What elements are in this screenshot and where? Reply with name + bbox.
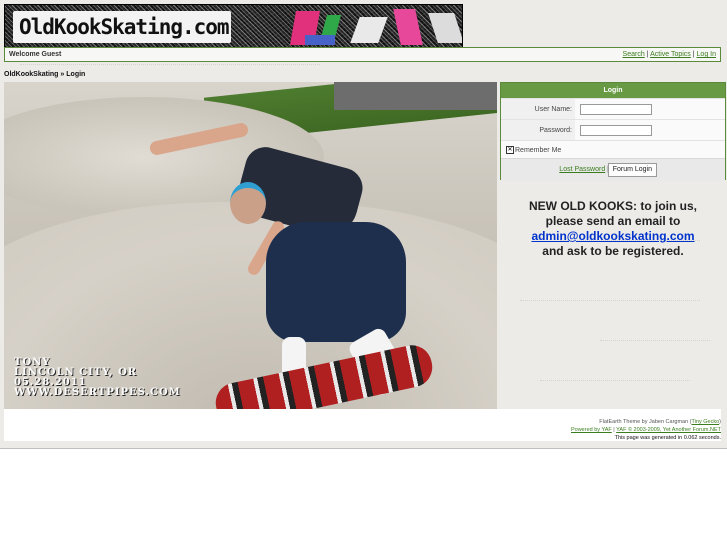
footer-separator: | xyxy=(613,427,615,433)
login-panel: Login User Name: Password: ✕ Remember Me… xyxy=(500,82,726,181)
login-actions: Lost Password | Forum Login xyxy=(501,158,725,181)
generated-time: This page was generated in 0.062 seconds… xyxy=(614,435,721,441)
password-row: Password: xyxy=(501,119,725,141)
login-header: Login xyxy=(501,83,725,98)
banner-art xyxy=(305,35,335,45)
theme-credit-text: FlatEarth Theme by Jaben Cargman ( xyxy=(599,419,692,425)
powered-credit: Powered by YAF | YAF © 2003-2009, Yet An… xyxy=(571,426,721,434)
map-line xyxy=(20,64,320,65)
map-line xyxy=(520,300,700,301)
notice-line: and ask to be registered. xyxy=(542,244,684,258)
admin-email-link[interactable]: admin@oldkookskating.com xyxy=(500,229,726,244)
theme-credit: FlatEarth Theme by Jaben Cargman (Tiny G… xyxy=(571,418,721,426)
photo-road xyxy=(334,82,497,110)
tiny-gecko-link[interactable]: Tiny Gecko xyxy=(692,419,720,425)
password-input[interactable] xyxy=(580,125,652,136)
site-banner[interactable]: OldKookSkating.com xyxy=(4,4,463,49)
breadcrumb-current: Login xyxy=(66,71,86,78)
username-label: User Name: xyxy=(501,99,575,120)
photo-caption: TONY LINCOLN CITY, OR 05.28.2011 WWW.DES… xyxy=(14,358,181,398)
remember-me-checkbox[interactable]: ✕ xyxy=(506,146,514,154)
photo-skater-shorts xyxy=(266,222,406,342)
password-cell xyxy=(575,120,725,141)
log-in-link[interactable]: Log In xyxy=(697,51,716,58)
breadcrumb-home[interactable]: OldKookSkating xyxy=(4,71,58,78)
active-topics-link[interactable]: Active Topics xyxy=(650,51,691,58)
password-label: Password: xyxy=(501,120,575,141)
search-link[interactable]: Search xyxy=(623,51,645,58)
registration-notice: NEW OLD KOOKS: to join us, please send a… xyxy=(500,199,726,259)
remember-me-row: ✕ Remember Me xyxy=(501,140,725,159)
footer: FlatEarth Theme by Jaben Cargman (Tiny G… xyxy=(571,418,721,442)
notice-line: NEW OLD KOOKS: to join us, xyxy=(529,199,697,213)
welcome-bar: Welcome Guest Search | Active Topics | L… xyxy=(4,47,721,62)
site-logo[interactable]: OldKookSkating.com xyxy=(13,11,231,43)
theme-credit-close: ) xyxy=(719,419,721,425)
lost-password-link[interactable]: Lost Password xyxy=(559,166,605,173)
username-input[interactable] xyxy=(580,104,652,115)
photo-skater-head xyxy=(230,182,266,224)
username-row: User Name: xyxy=(501,98,725,120)
welcome-title: Welcome Guest xyxy=(9,51,62,58)
yaf-copyright-link[interactable]: YAF © 2003-2009, Yet Another Forum.NET xyxy=(616,427,721,433)
forum-login-button[interactable]: Forum Login xyxy=(607,163,657,177)
breadcrumb-separator: » xyxy=(60,71,65,78)
skatepark-photo: TONY LINCOLN CITY, OR 05.28.2011 WWW.DES… xyxy=(4,82,497,409)
breadcrumb: OldKookSkating » Login xyxy=(4,71,85,78)
remember-me-label[interactable]: Remember Me xyxy=(515,147,561,154)
logo-text: OldKookSkating.com xyxy=(19,15,230,39)
map-line xyxy=(540,380,690,381)
username-cell xyxy=(575,99,725,120)
lost-password-wrap: Lost Password | xyxy=(559,166,609,173)
notice-line: please send an email to xyxy=(545,214,681,228)
top-nav: Search | Active Topics | Log In xyxy=(623,51,716,58)
map-line xyxy=(600,340,710,341)
powered-by-yaf-link[interactable]: Powered by YAF xyxy=(571,427,612,433)
caption-line: WWW.DESERTPIPES.COM xyxy=(14,387,181,398)
